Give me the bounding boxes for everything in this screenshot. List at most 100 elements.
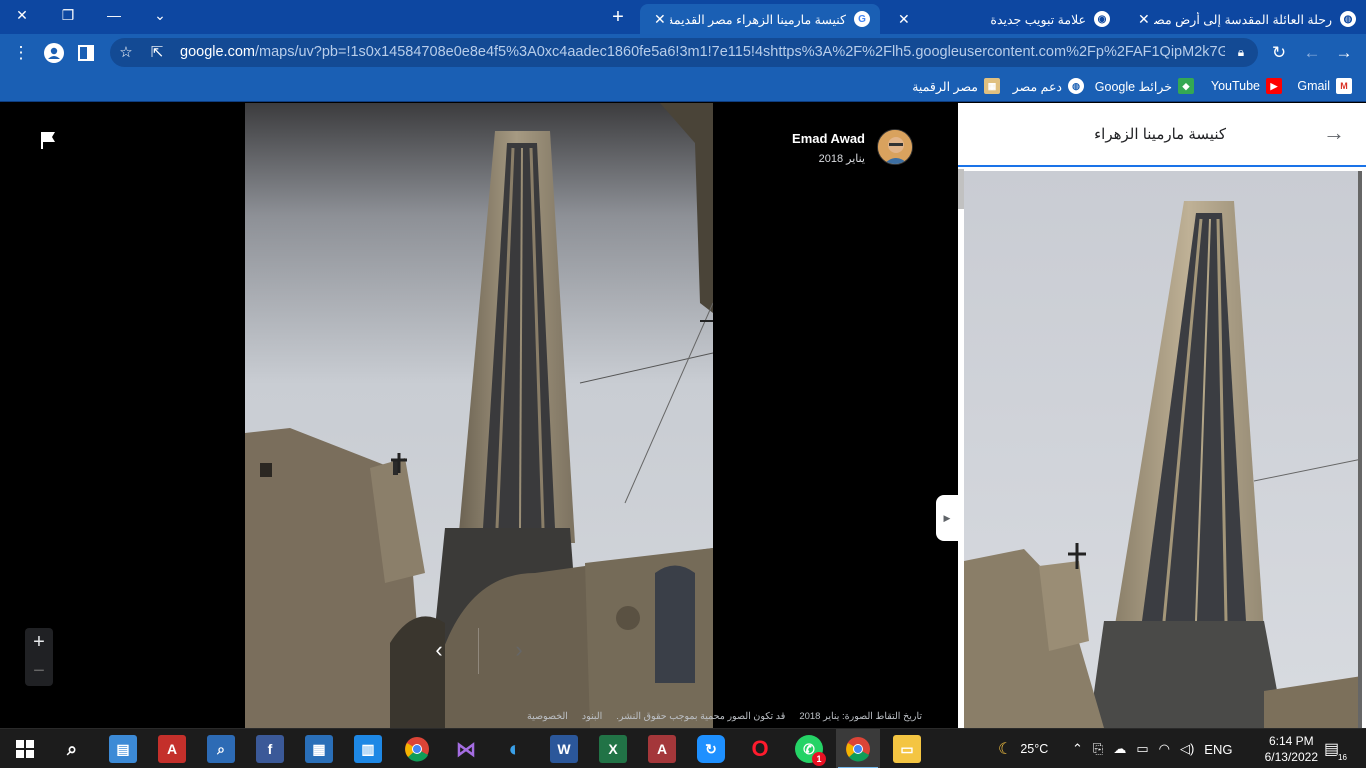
back-icon[interactable]: ← — [1299, 40, 1325, 66]
bookmarks-bar: M Gmail ▶ YouTube ◆ خرائط Google ◍ دعم م… — [0, 71, 1366, 102]
notification-badge: 1 — [812, 752, 826, 766]
browser-toolbar: ⋮ ☆ ⇱ google.com/maps/uv?pb=!1s0x1458470… — [0, 34, 1366, 71]
lock-icon[interactable]: 🔒︎ — [1230, 41, 1252, 63]
side-panel-icon[interactable] — [73, 40, 99, 66]
zoom-out-button[interactable]: − — [25, 657, 53, 686]
language-indicator[interactable]: ENG — [1204, 742, 1232, 757]
system-tray: ⌃ ⎘ ☁ ▭ ◠ ◁) ENG — [1072, 729, 1232, 768]
photo-author-info: Emad Awad يناير 2018 — [792, 131, 865, 165]
access-icon[interactable]: A — [648, 735, 676, 763]
avatar[interactable] — [877, 129, 913, 165]
gmail-icon: M — [1336, 78, 1352, 94]
word-icon[interactable]: W — [550, 735, 578, 763]
url-text[interactable]: google.com/maps/uv?pb=!1s0x14584708e0e8e… — [180, 44, 1225, 60]
tab-active[interactable]: G كنيسة مارمينا الزهراء مصر القديمة - ✕ — [640, 4, 880, 34]
edge-icon[interactable]: ◐ — [501, 735, 529, 763]
zoom-in-button[interactable]: + — [25, 628, 53, 657]
magnifier-icon[interactable]: ⌕ — [207, 735, 235, 763]
whatsapp-icon[interactable]: ✆ 1 — [795, 735, 826, 766]
weather-temp: 25°C — [1020, 742, 1049, 756]
bookmark-label: YouTube — [1210, 79, 1260, 93]
chevron-up-icon[interactable]: ⌃ — [1072, 741, 1083, 757]
flag-icon[interactable] — [40, 131, 56, 149]
copyright-notice: قد تكون الصور محمية بموجب حقوق النشر. — [616, 710, 786, 722]
close-tab-icon[interactable]: ✕ — [650, 11, 670, 28]
youtube-icon: ▶ — [1266, 78, 1282, 94]
control-panel-icon[interactable]: ▤ — [109, 735, 137, 763]
windows-start-icon[interactable] — [11, 735, 39, 763]
tab-new-tab[interactable]: ◉ علامة تبويب جديدة ✕ — [884, 4, 1120, 34]
maps-icon: ◆ — [1178, 78, 1194, 94]
author-name[interactable]: Emad Awad — [792, 131, 865, 146]
capture-date: تاريخ التقاط الصورة: يناير 2018 — [799, 710, 922, 722]
opera-icon[interactable]: O — [746, 735, 774, 763]
bookmark-label: مصر الرقمية — [912, 79, 978, 94]
tab-title: كنيسة مارمينا الزهراء مصر القديمة - — [669, 12, 846, 27]
privacy-link[interactable]: الخصوصية — [527, 711, 568, 722]
arrow-right-icon[interactable]: → — [1322, 120, 1346, 145]
photo-footer: تاريخ التقاط الصورة: يناير 2018 قد تكون … — [0, 706, 940, 726]
bookmark-google-maps[interactable]: ◆ خرائط Google — [1095, 76, 1194, 96]
place-title: كنيسة مارمينا الزهراء — [1094, 126, 1226, 143]
globe-icon: ◍ — [1340, 11, 1356, 27]
profile-icon[interactable] — [41, 40, 67, 66]
image-icon: ▦ — [984, 78, 1000, 94]
bookmark-daam-masr[interactable]: ◍ دعم مصر — [1013, 76, 1084, 96]
side-panel: كنيسة مارمينا الزهراء → — [958, 103, 1366, 728]
acrobat-icon[interactable]: A — [158, 735, 186, 763]
volume-icon[interactable]: ◁) — [1180, 741, 1194, 757]
tab-strip: ✕ ❐ — ⌄ + G كنيسة مارمينا الزهراء مصر ال… — [0, 0, 1366, 34]
bookmark-label: خرائط Google — [1094, 79, 1172, 94]
restore-window-icon[interactable]: ❐ — [48, 0, 88, 30]
thumbnail-photo[interactable] — [964, 171, 1362, 728]
zoom-controls: + − — [25, 628, 53, 686]
notification-count: 16 — [1336, 753, 1349, 762]
search-icon[interactable]: ⌕ — [58, 735, 86, 763]
tab-holy-family[interactable]: ◍ رحلة العائلة المقدسة إلى أرض مصر ✕ — [1124, 4, 1366, 34]
address-bar[interactable]: ☆ ⇱ google.com/maps/uv?pb=!1s0x14584708e… — [110, 38, 1258, 67]
bookmark-gmail[interactable]: M Gmail — [1297, 76, 1352, 96]
clock-time: 6:14 PM — [1268, 734, 1314, 748]
bookmark-label: دعم مصر — [1012, 79, 1062, 94]
previous-photo-chevron-icon[interactable]: ‹ — [424, 635, 454, 665]
excel-icon[interactable]: X — [599, 735, 627, 763]
clock[interactable]: 6:14 PM 6/13/2022 — [1265, 733, 1318, 765]
file-explorer-icon[interactable]: ▭ — [893, 735, 921, 763]
weather-widget[interactable]: ☾ 25°C — [998, 729, 1048, 768]
menu-dots-icon[interactable]: ⋮ — [8, 40, 34, 66]
forward-icon[interactable]: → — [1331, 40, 1357, 66]
facebook-icon[interactable]: f — [256, 735, 284, 763]
main-photo[interactable] — [245, 103, 713, 728]
collapse-panel-button[interactable]: ▶ — [936, 495, 958, 541]
visual-studio-icon[interactable]: ⋈ — [452, 735, 480, 763]
sync-icon[interactable]: ↻ — [697, 735, 725, 763]
wifi-icon[interactable]: ◠ — [1159, 741, 1170, 757]
nav-divider — [478, 628, 479, 674]
share-icon[interactable]: ⇱ — [146, 41, 168, 63]
chrome-active-icon[interactable] — [838, 735, 878, 768]
author-date: يناير 2018 — [818, 153, 865, 165]
new-tab-button[interactable]: + — [606, 5, 630, 29]
calculator-icon[interactable]: ▦ — [305, 735, 333, 763]
calendar-icon[interactable]: ▥ — [354, 735, 382, 763]
terms-link[interactable]: البنود — [582, 711, 602, 722]
google-icon: G — [854, 11, 870, 27]
bookmark-digital-egypt[interactable]: ▦ مصر الرقمية — [912, 76, 1000, 96]
close-window-icon[interactable]: ✕ — [2, 0, 42, 30]
globe-icon: ◍ — [1068, 78, 1084, 94]
tab-search-chevron-icon[interactable]: ⌄ — [140, 0, 180, 30]
taskbar: ⌕ ▤ A ⌕ f ▦ ▥ ⋈ ◐ W X A ↻ O ✆ 1 ▭ ☾ 25°C … — [0, 728, 1366, 768]
next-photo-chevron-icon[interactable]: › — [504, 635, 534, 665]
close-tab-icon[interactable]: ✕ — [1134, 11, 1154, 28]
close-tab-icon[interactable]: ✕ — [894, 11, 914, 28]
reload-icon[interactable]: ↻ — [1266, 40, 1292, 66]
battery-icon[interactable]: ▭ — [1136, 741, 1148, 757]
usb-icon[interactable]: ⎘ — [1093, 741, 1103, 757]
cloud-icon[interactable]: ☁ — [1113, 741, 1126, 757]
minimize-window-icon[interactable]: — — [94, 0, 134, 30]
notification-center-icon[interactable]: ▤ 16 — [1324, 729, 1349, 768]
side-panel-header: كنيسة مارمينا الزهراء → — [958, 103, 1366, 167]
bookmark-youtube[interactable]: ▶ YouTube — [1211, 76, 1282, 96]
chrome-icon[interactable] — [403, 735, 431, 763]
bookmark-star-icon[interactable]: ☆ — [115, 41, 137, 63]
